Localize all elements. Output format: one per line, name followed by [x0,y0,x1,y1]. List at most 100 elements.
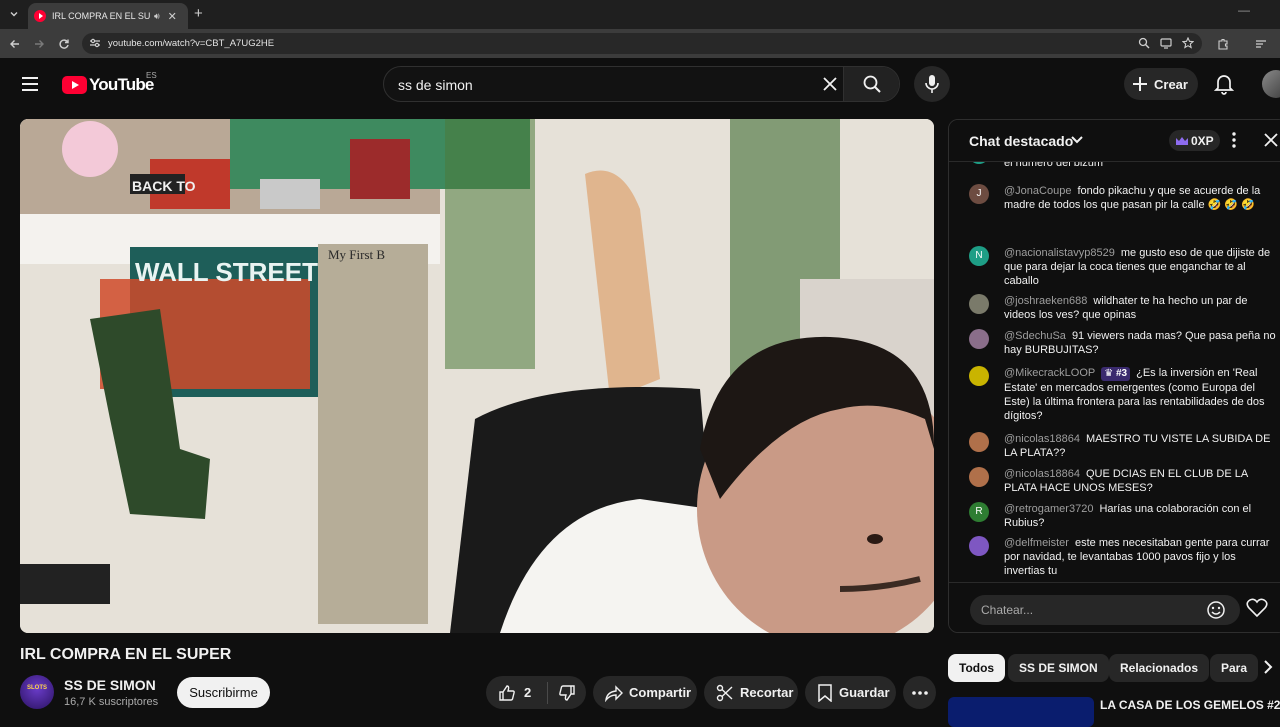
poster-wall-street: WALL STREET [135,257,318,287]
plus-icon [1133,77,1147,91]
tab-search-button[interactable] [5,5,23,23]
chip-for-you[interactable]: Para [1210,654,1259,682]
address-bar[interactable]: youtube.com/watch?v=CBT_A7UG2HE [82,33,1202,54]
bookmark-icon [817,683,833,702]
share-button[interactable]: Compartir [593,676,697,709]
chat-avatar[interactable] [969,329,989,349]
chat-avatar[interactable]: N [969,246,989,266]
chat-author[interactable]: @JonaCoupe [1004,185,1071,197]
chip-related[interactable]: Relacionados [1109,654,1210,682]
chat-message: R @retrogamer3720 Harías una colaboración… [969,502,1279,530]
emoji-icon[interactable] [1206,600,1226,620]
chat-author[interactable]: @joshraeken688 [1004,295,1087,307]
reading-list-icon[interactable] [1253,36,1269,52]
chat-avatar[interactable] [969,294,989,314]
chat-author[interactable]: @SdechuSa [1004,330,1066,342]
chat-mode-selector[interactable]: Chat destacado [969,133,1073,149]
video-player[interactable]: WALL STREET My First B BACK TO [20,119,934,633]
video-frame: WALL STREET My First B BACK TO [20,119,934,633]
browser-tab[interactable]: IRL COMPRA EN EL SUPER 🔊︎ ✕ [28,3,188,29]
dislike-button[interactable] [558,684,576,702]
poster-first-billion: My First B [328,247,385,262]
like-button[interactable]: 2 [498,684,531,702]
youtube-logo[interactable]: YouTube [62,75,154,95]
zoom-icon[interactable] [1138,37,1150,49]
chevron-down-icon[interactable] [1070,134,1084,146]
chat-input-placeholder: Chatear... [981,603,1034,617]
chat-author[interactable]: @nicolas18864 [1004,433,1080,445]
chat-author[interactable]: @MikecrackLOOP [1004,367,1095,379]
reload-icon[interactable] [56,36,72,52]
tab-title: IRL COMPRA EN EL SUPER [52,11,150,21]
speaker-icon[interactable]: 🔊︎ [154,11,160,22]
youtube-play-icon [62,76,87,94]
search-input[interactable]: ss de simon [398,77,473,93]
create-button[interactable]: Crear [1124,68,1198,100]
chat-author[interactable]: @nacionalistavyp8529 [1004,247,1115,259]
search-icon [863,75,881,93]
more-actions-button[interactable] [903,676,936,709]
bookmark-star-icon[interactable] [1182,37,1194,49]
save-button[interactable]: Guardar [805,676,896,709]
chat-close-icon[interactable] [1263,132,1279,148]
cast-icon[interactable] [1160,37,1172,49]
channel-avatar[interactable]: SLOTS [20,675,54,709]
chat-avatar[interactable] [969,536,989,556]
scissors-icon [716,684,734,702]
minimize-icon[interactable]: — [1238,3,1250,17]
notifications-bell-icon[interactable] [1214,73,1234,95]
chat-avatar[interactable] [969,467,989,487]
chat-message: @nicolas18864 MAESTRO TU VISTE LA SUBIDA … [969,432,1279,460]
chip-todos[interactable]: Todos [948,654,1006,682]
chat-avatar[interactable] [969,432,989,452]
menu-icon[interactable] [20,76,40,92]
tab-close-icon[interactable]: ✕ [168,10,177,23]
chat-header: Chat destacado 0XP [949,120,1280,162]
voice-search-button[interactable] [914,66,950,102]
chat-message: @MikecrackLOOP ♛ #3 ¿Es la inversión en 'R… [969,366,1279,423]
forward-icon[interactable] [31,36,47,52]
chip-channel[interactable]: SS DE SIMON [1008,654,1109,682]
clear-search-icon[interactable] [822,76,838,92]
clip-button[interactable]: Recortar [704,676,798,709]
xp-value: 0XP [1191,133,1214,148]
chat-message-list: el número del bizum J @JonaCoupe fondo pi… [949,144,1280,580]
search-box[interactable]: ss de simon [383,66,900,102]
related-video-thumbnail[interactable] [948,697,1094,727]
chevron-right-icon[interactable] [1262,658,1274,676]
member-badge-rank: #3 [1116,368,1128,379]
channel-name[interactable]: SS DE SIMON [64,677,156,693]
chat-input-area: Chatear... [949,582,1280,632]
subscribe-button[interactable]: Suscribirme [177,677,270,708]
xp-badge[interactable]: 0XP [1169,130,1220,151]
url-text: youtube.com/watch?v=CBT_A7UG2HE [108,38,275,49]
logo-text: YouTube [89,75,154,94]
chat-avatar[interactable]: J [969,184,989,204]
thumbs-down-icon [559,684,575,701]
chat-author[interactable]: @delfmeister [1004,537,1069,549]
browser-tab-strip: IRL COMPRA EN EL SUPER 🔊︎ ✕ + — [0,0,1280,29]
share-label: Compartir [629,685,692,700]
channel-avatar-text: SLOTS [26,685,47,691]
new-tab-icon[interactable]: + [194,5,203,23]
chevron-down-icon [10,12,18,17]
heart-icon[interactable] [1246,598,1268,618]
extensions-icon[interactable] [1215,36,1231,52]
chat-input[interactable]: Chatear... [970,595,1240,625]
chat-message: N @nacionalistavyp8529 me gusto eso de qu… [969,246,1279,288]
member-badge: ♛ #3 [1101,367,1131,381]
site-info-icon[interactable] [89,37,101,49]
chat-avatar[interactable] [969,366,989,386]
clip-label: Recortar [740,685,794,700]
chat-more-icon[interactable] [1232,132,1236,148]
account-avatar[interactable] [1262,70,1280,98]
youtube-header: YouTube ES ss de simon Crear [0,58,1280,114]
shelf-sign: BACK TO [132,178,196,194]
chat-avatar[interactable]: R [969,502,989,522]
related-video-title[interactable]: LA CASA DE LOS GEMELOS #2 | [1100,698,1280,712]
chat-author[interactable]: @nicolas18864 [1004,468,1080,480]
country-code: ES [146,71,157,80]
chat-author[interactable]: @retrogamer3720 [1004,503,1093,515]
search-button[interactable] [843,67,899,101]
back-icon[interactable] [7,36,23,52]
